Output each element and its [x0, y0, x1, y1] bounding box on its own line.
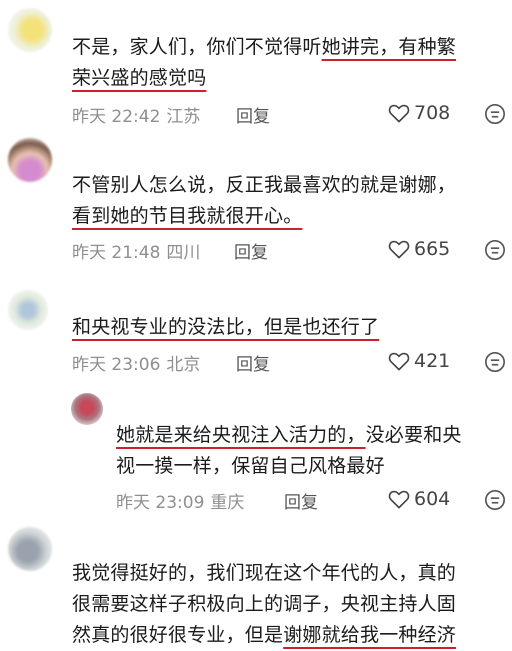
underlined-text-segment: 荣兴盛的感觉吗	[72, 67, 207, 89]
timestamp: 昨天 21:48	[72, 243, 161, 263]
smile-face-icon[interactable]	[484, 351, 506, 373]
like-button[interactable]: 665	[388, 238, 450, 260]
comment-line: 然真的很好很专业，但是谢娜就给我一种经济	[72, 620, 456, 651]
comment-meta: 昨天 21:48 四川	[72, 238, 200, 263]
heart-outline-icon	[388, 352, 410, 371]
smile-face-icon[interactable]	[484, 239, 506, 261]
timestamp: 昨天 22:42	[72, 107, 161, 127]
comment-text: 她就是来给央视注入活力的，没必要和央 视一摸一样，保留自己风格最好	[116, 420, 462, 482]
heart-outline-icon	[388, 104, 410, 123]
reply-button[interactable]: 回复	[236, 102, 270, 127]
comment-line: 不是，家人们，你们不觉得听她讲完，有种繁	[72, 32, 456, 63]
comment-line: 和央视专业的没法比，但是也还行了	[72, 312, 379, 343]
comment-meta: 昨天 23:09 重庆	[116, 488, 244, 513]
like-count: 665	[414, 238, 451, 260]
comment-line: 看到她的节目我就很开心。	[72, 201, 456, 232]
comment-text: 不是，家人们，你们不觉得听她讲完，有种繁 荣兴盛的感觉吗	[72, 32, 456, 94]
smile-face-icon[interactable]	[484, 489, 506, 511]
text-segment: 视一摸一样，保留自己风格最好	[116, 455, 385, 477]
text-segment: 没必要和央	[365, 424, 462, 446]
timestamp: 昨天 23:06	[72, 355, 161, 375]
underlined-text-segment: 和央视专业的没法比，但是也还行了	[72, 316, 380, 338]
text-segment: 不管别人怎么说，反正我最喜欢的就是谢娜，	[72, 174, 457, 196]
comment-line: 荣兴盛的感觉吗	[72, 63, 456, 94]
location: 重庆	[210, 493, 245, 513]
reply-button[interactable]: 回复	[236, 350, 270, 375]
comment-meta: 昨天 22:42 江苏	[72, 102, 200, 127]
like-count: 421	[414, 350, 451, 372]
text-segment: 不是，家人们，你们不觉得听	[72, 36, 322, 58]
comment-line: 视一摸一样，保留自己风格最好	[116, 451, 462, 482]
underlined-text-segment: 看到她的节目我就很开心。	[72, 205, 303, 227]
underlined-text-segment: 谢娜就给我一种经济	[283, 624, 457, 646]
comment-line: 很需要这样子积极向上的调子，央视主持人固	[72, 589, 456, 620]
location: 四川	[166, 243, 201, 263]
text-segment: 我觉得挺好的，我们现在这个年代的人，真的	[72, 562, 457, 584]
avatar[interactable]	[8, 290, 48, 330]
underlined-text-segment: 她就是来给央视注入活力的，	[116, 424, 366, 446]
avatar[interactable]	[8, 8, 52, 52]
comment-text: 不管别人怎么说，反正我最喜欢的就是谢娜， 看到她的节目我就很开心。	[72, 170, 456, 232]
smile-face-icon[interactable]	[484, 103, 506, 125]
location: 北京	[166, 355, 201, 375]
text-segment: 很需要这样子积极向上的调子，央视主持人固	[72, 593, 457, 615]
comment-line: 我觉得挺好的，我们现在这个年代的人，真的	[72, 558, 456, 589]
reply-button[interactable]: 回复	[284, 488, 318, 513]
location: 江苏	[166, 107, 201, 127]
like-count: 708	[414, 102, 451, 124]
comment-line: 她就是来给央视注入活力的，没必要和央	[116, 420, 462, 451]
comment-text: 我觉得挺好的，我们现在这个年代的人，真的 很需要这样子积极向上的调子，央视主持人…	[72, 558, 456, 651]
underlined-text-segment: 她讲完，有种繁	[321, 36, 457, 58]
comment-meta: 昨天 23:06 北京	[72, 350, 200, 375]
avatar[interactable]	[8, 527, 52, 571]
comment-line: 不管别人怎么说，反正我最喜欢的就是谢娜，	[72, 170, 456, 201]
text-segment: 然真的很好很专业，但是	[72, 624, 284, 646]
heart-outline-icon	[388, 490, 410, 509]
avatar[interactable]	[8, 138, 52, 182]
reply-button[interactable]: 回复	[234, 238, 268, 263]
like-button[interactable]: 708	[388, 102, 450, 124]
comment-text: 和央视专业的没法比，但是也还行了	[72, 312, 379, 343]
heart-outline-icon	[388, 240, 410, 259]
avatar[interactable]	[71, 393, 103, 425]
like-button[interactable]: 421	[388, 350, 450, 372]
like-count: 604	[414, 488, 451, 510]
like-button[interactable]: 604	[388, 488, 450, 510]
timestamp: 昨天 23:09	[116, 493, 205, 513]
comment-feed: 不是，家人们，你们不觉得听她讲完，有种繁 荣兴盛的感觉吗 昨天 22:42 江苏 …	[0, 0, 512, 651]
